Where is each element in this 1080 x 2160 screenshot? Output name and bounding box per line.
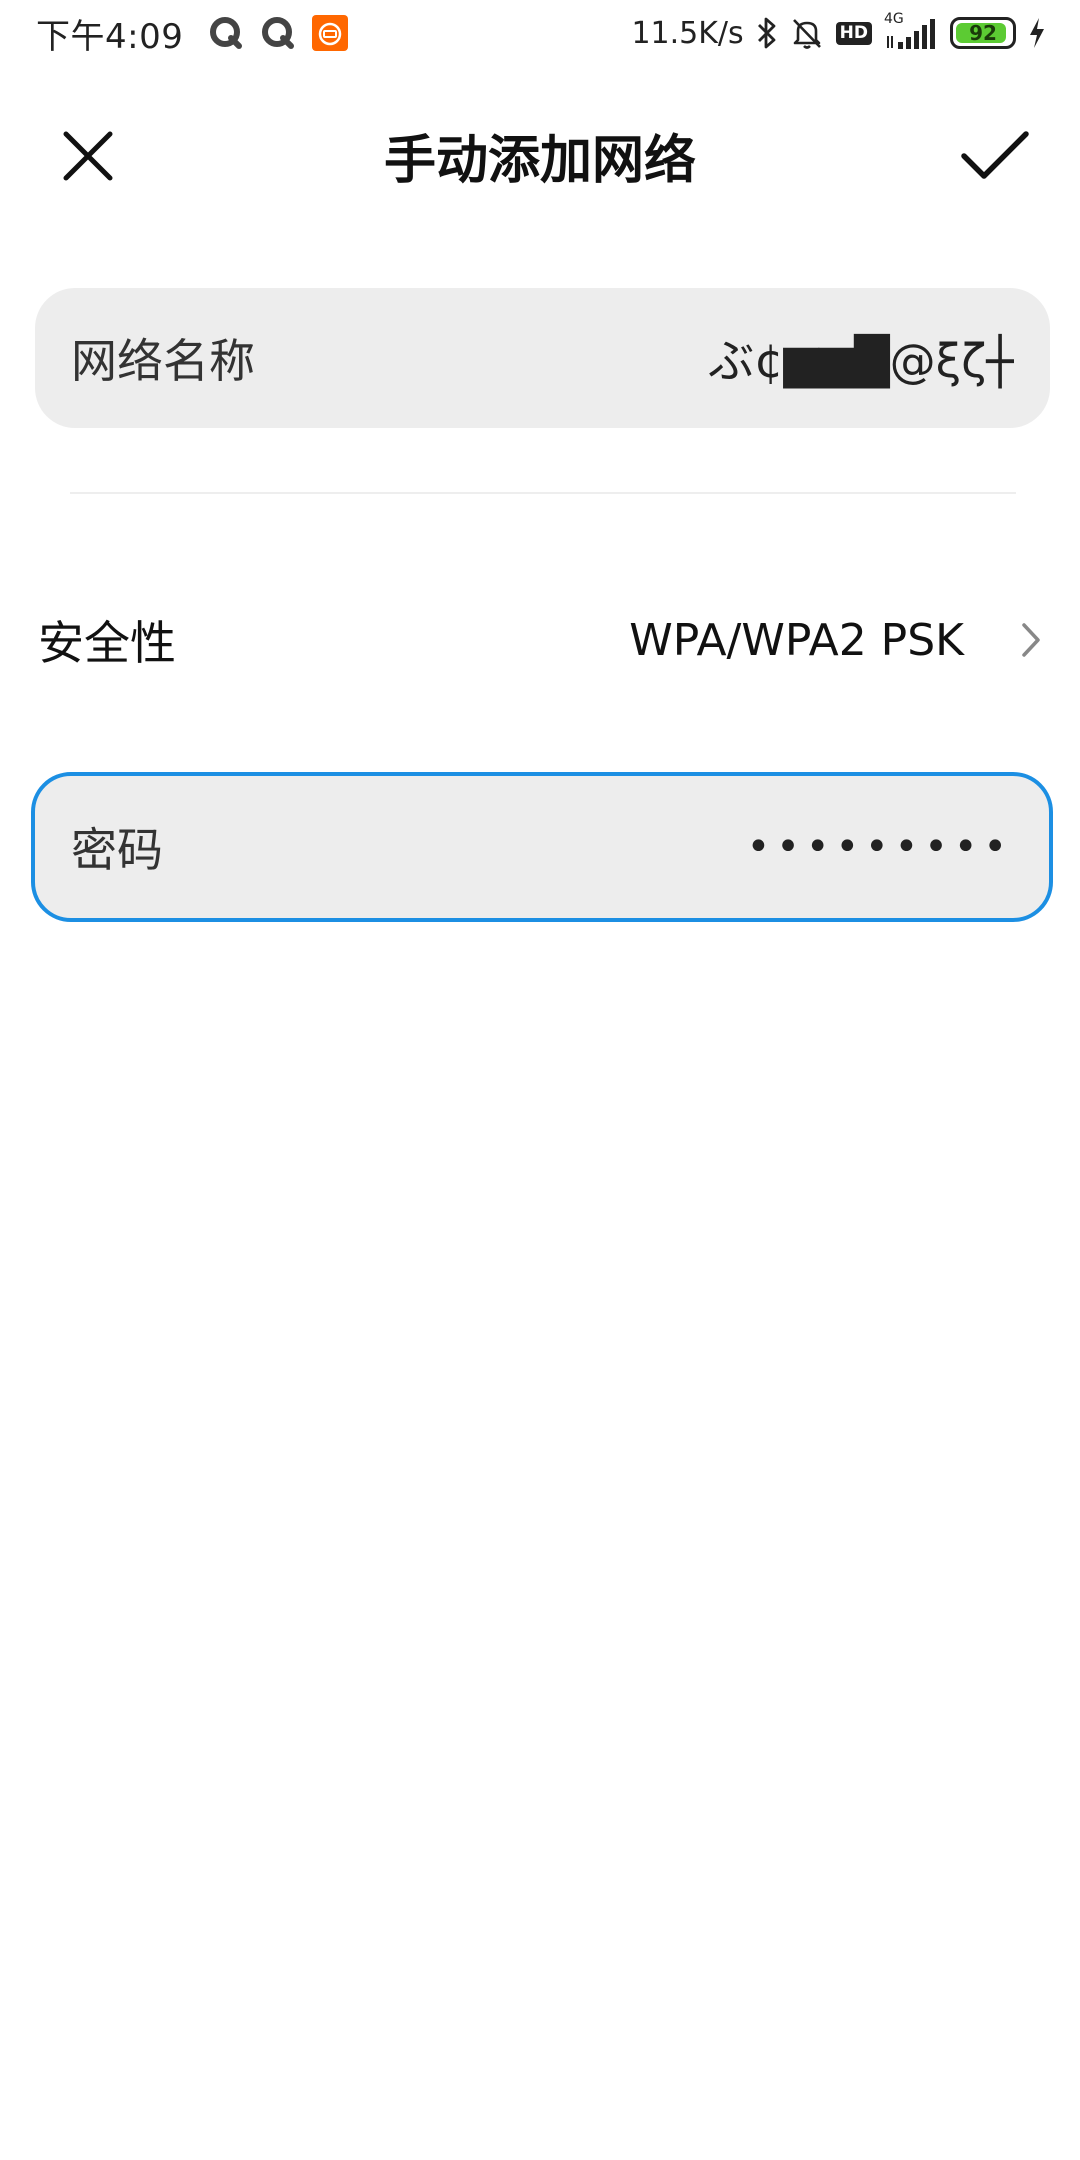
password-label: 密码 (71, 823, 163, 877)
security-label: 安全性 (38, 616, 176, 670)
network-name-input[interactable]: ぶ¢▆▆█@ξζ┼ (708, 325, 1014, 391)
network-name-label: 网络名称 (71, 334, 255, 388)
check-icon (961, 131, 1029, 179)
security-value: WPA/WPA2 PSK (629, 614, 964, 666)
password-input[interactable]: ••••••••• (747, 824, 1013, 870)
signal-icon: 4G (884, 12, 938, 50)
bluetooth-icon (756, 16, 778, 50)
chat-app-icon (207, 14, 245, 52)
network-speed: 11.5K/s (631, 15, 744, 51)
status-bar-left: 下午4:09 (36, 9, 349, 58)
chat-app-icon (259, 14, 297, 52)
battery-indicator: 92 (950, 17, 1016, 49)
page-title: 手动添加网络 (383, 131, 696, 191)
network-type: 4G (884, 11, 904, 27)
status-bar: 下午4:09 11.5K/s HD 4G 92 (0, 0, 1080, 66)
status-time: 下午4:09 (36, 16, 184, 57)
network-name-field[interactable]: 网络名称 ぶ¢▆▆█@ξζ┼ (35, 288, 1050, 428)
divider (70, 492, 1016, 494)
title-bar: 手动添加网络 (0, 80, 1080, 220)
hd-badge: HD (835, 21, 872, 45)
confirm-button[interactable] (950, 116, 1040, 196)
mi-app-icon (311, 14, 349, 52)
charging-icon (1028, 17, 1046, 49)
security-selector[interactable]: 安全性 WPA/WPA2 PSK (0, 570, 1080, 710)
mute-bell-icon (790, 16, 824, 50)
password-field[interactable]: 密码 ••••••••• (31, 772, 1053, 922)
battery-level: 92 (969, 21, 997, 45)
chevron-right-icon (1020, 620, 1044, 660)
status-bar-right: 11.5K/s HD 4G 92 (631, 12, 1046, 51)
